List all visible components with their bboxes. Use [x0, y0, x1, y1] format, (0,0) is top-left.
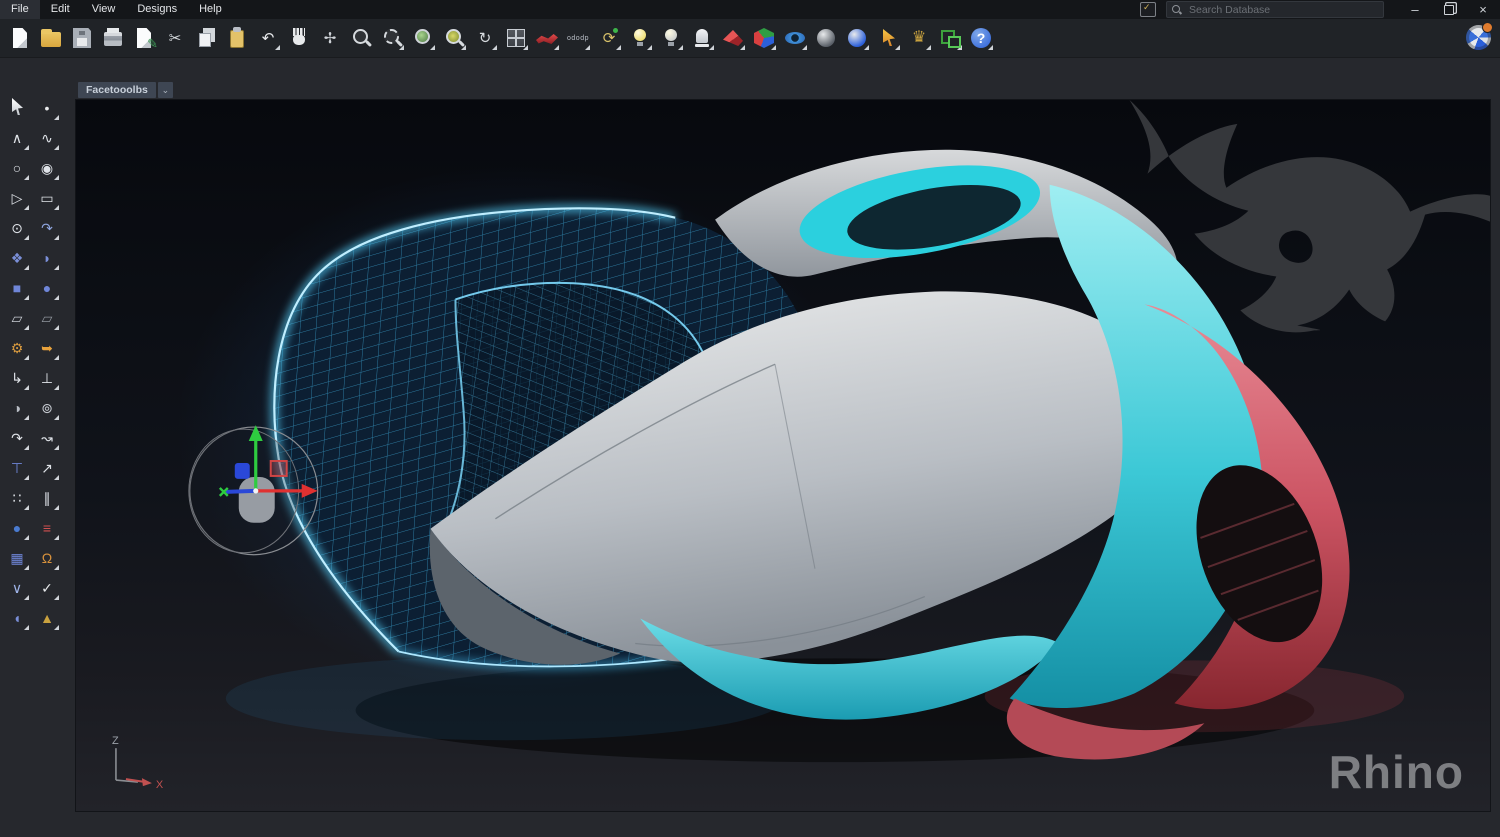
curve-through-points[interactable]: ododp	[565, 25, 591, 51]
curve-pipe[interactable]: ↷	[34, 215, 60, 241]
window-controls: –×	[1398, 0, 1500, 19]
gizmo-blue-handle[interactable]	[235, 463, 250, 479]
circle[interactable]: ○	[4, 155, 30, 181]
menu-designs[interactable]: Designs	[126, 0, 188, 19]
print[interactable]	[100, 25, 126, 51]
wrench-tool[interactable]: ⚙	[4, 335, 30, 361]
solid-primitives[interactable]: ❖	[4, 245, 30, 271]
zoom-extents[interactable]	[410, 25, 436, 51]
single-point[interactable]: •	[34, 95, 60, 121]
ellipse[interactable]: ◉	[34, 155, 60, 181]
menu-file[interactable]: File	[0, 0, 40, 19]
torus-rings[interactable]: ⊚	[34, 395, 60, 421]
viewport-tab-label[interactable]: Facetooolbs	[78, 82, 156, 98]
gold-ornament[interactable]: ♛	[906, 25, 932, 51]
transform-tee[interactable]: ⊤	[4, 455, 30, 481]
spotlight[interactable]	[689, 25, 715, 51]
pan[interactable]	[286, 25, 312, 51]
mirror-array[interactable]: ∥	[34, 485, 60, 511]
menu-view[interactable]: View	[81, 0, 127, 19]
select-pointer[interactable]	[4, 95, 30, 121]
polygon-center[interactable]: ⊙	[4, 215, 30, 241]
sync-wheel-icon[interactable]	[1465, 24, 1492, 51]
light-on[interactable]	[627, 25, 653, 51]
rhino-app-window: FileEditViewDesignsHelp –×	[0, 0, 1500, 837]
edit-notes[interactable]: ✎	[131, 25, 157, 51]
zoom[interactable]	[348, 25, 374, 51]
globe[interactable]: ●	[4, 515, 30, 541]
cylinder[interactable]: ●	[34, 275, 60, 301]
named-cplane-cycle[interactable]: ⟳	[596, 25, 622, 51]
plumb-tee[interactable]: ⊥	[34, 365, 60, 391]
copy[interactable]	[193, 25, 219, 51]
canvas-area: Facetooolbs ⌄	[62, 57, 1500, 837]
extrude[interactable]: ↳	[4, 365, 30, 391]
rotate-view[interactable]: ↻	[472, 25, 498, 51]
shade-surface[interactable]	[534, 25, 560, 51]
save[interactable]	[69, 25, 95, 51]
render-preview[interactable]	[720, 25, 746, 51]
main-toolbar: ✎ ✂ ↶ ✢	[0, 19, 1500, 58]
search-box[interactable]	[1166, 1, 1384, 18]
surface-sheet[interactable]: ▱	[4, 305, 30, 331]
grid-array[interactable]: ▦	[4, 545, 30, 571]
scale-arrows[interactable]: ↗	[34, 455, 60, 481]
pointer-tool[interactable]	[875, 25, 901, 51]
axis-x-label: X	[156, 779, 164, 791]
box[interactable]: ■	[4, 275, 30, 301]
curve-control-points[interactable]: ∿	[34, 125, 60, 151]
paste[interactable]	[224, 25, 250, 51]
rectangle[interactable]: ▭	[34, 185, 60, 211]
tool-sidebar: • ∧ ∿ ○ ◉ ▷ ▭ ⊙	[0, 57, 69, 837]
hemisphere[interactable]: ◖	[4, 605, 30, 631]
check-confirm[interactable]: ✓	[34, 575, 60, 601]
light-off[interactable]	[658, 25, 684, 51]
material-sphere[interactable]	[844, 25, 870, 51]
render-cube[interactable]	[751, 25, 777, 51]
flow-arrow[interactable]: ➥	[34, 335, 60, 361]
fillet-blades[interactable]: ∨	[4, 575, 30, 601]
viewport-scene: Z X	[76, 100, 1490, 811]
viewport-tab-caret-icon[interactable]: ⌄	[158, 82, 173, 98]
sphere-preview[interactable]	[813, 25, 839, 51]
handle-curve[interactable]: ↝	[34, 425, 60, 451]
arc[interactable]: ▷	[4, 185, 30, 211]
menu-edit[interactable]: Edit	[40, 0, 81, 19]
viewport-layout[interactable]	[503, 25, 529, 51]
gumball-move[interactable]: ✢	[317, 25, 343, 51]
axis-z-label: Z	[112, 735, 119, 747]
cut[interactable]: ✂	[162, 25, 188, 51]
menu-help[interactable]: Help	[188, 0, 233, 19]
shaded-sphere[interactable]: ◑	[4, 395, 30, 421]
restore-button[interactable]	[1432, 0, 1466, 19]
gizmo-blue-axis[interactable]	[226, 491, 256, 492]
minimize-button[interactable]: –	[1398, 0, 1432, 19]
array-scatter[interactable]: ∷	[4, 485, 30, 511]
menu-bar: FileEditViewDesignsHelp	[0, 0, 233, 19]
viewport-3d[interactable]: Z X Rhino	[75, 99, 1491, 812]
blend-curve[interactable]: ↷	[4, 425, 30, 451]
zoom-window[interactable]	[379, 25, 405, 51]
viewport-tab[interactable]: Facetooolbs ⌄	[78, 82, 173, 98]
titlebar: FileEditViewDesignsHelp –×	[0, 0, 1500, 19]
open-file[interactable]	[38, 25, 64, 51]
search-icon	[1172, 5, 1182, 15]
solid-blob[interactable]: ◗	[34, 245, 60, 271]
environment-eye[interactable]	[782, 25, 808, 51]
plane[interactable]: ▱	[34, 305, 60, 331]
search-input[interactable]	[1187, 3, 1378, 17]
new-file[interactable]	[7, 25, 33, 51]
layer-stack[interactable]: ≡	[34, 515, 60, 541]
undo[interactable]: ↶	[255, 25, 281, 51]
rhino-watermark: Rhino	[1329, 745, 1464, 799]
lamp-orange[interactable]: Ω	[34, 545, 60, 571]
gizmo-red-handle[interactable]	[271, 461, 287, 476]
zoom-selected[interactable]	[441, 25, 467, 51]
polyline[interactable]: ∧	[4, 125, 30, 151]
named-selections[interactable]	[937, 25, 963, 51]
workspace-toggle-icon[interactable]	[1140, 2, 1156, 17]
close-button[interactable]: ×	[1466, 0, 1500, 19]
help[interactable]: ?	[968, 25, 994, 51]
gold-funnel[interactable]: ▲	[34, 605, 60, 631]
